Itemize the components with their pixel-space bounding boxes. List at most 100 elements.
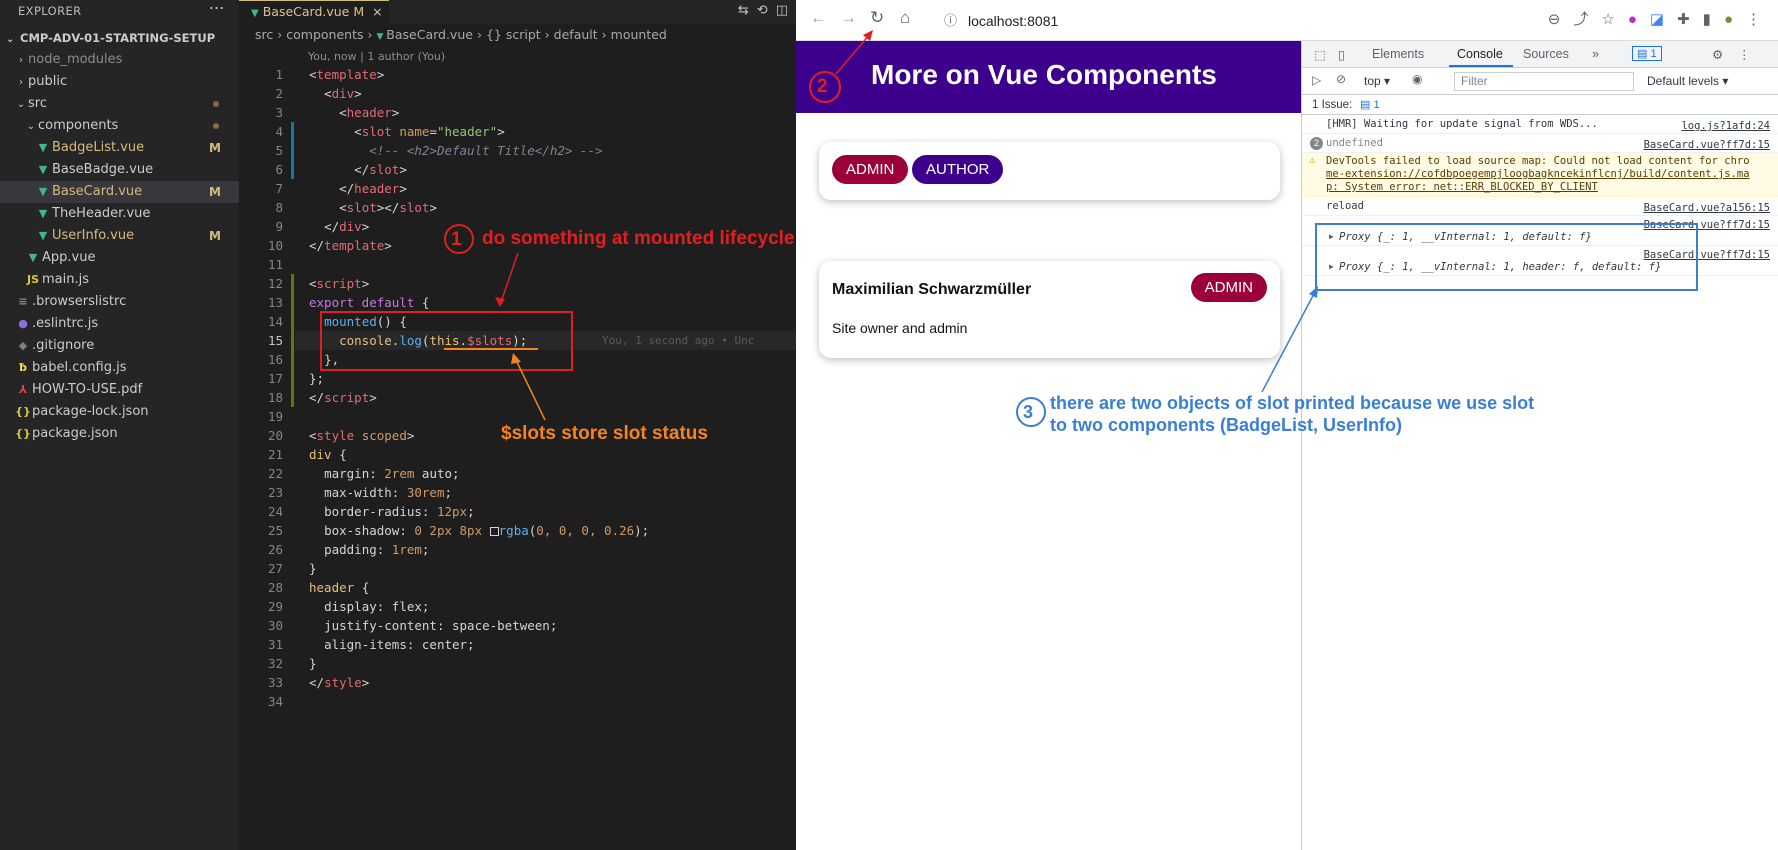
tab-sources[interactable]: Sources: [1523, 47, 1569, 61]
folder-item[interactable]: ⌄ src: [0, 93, 239, 115]
home-icon[interactable]: ⌂: [900, 8, 910, 28]
file-item[interactable]: ▼ UserInfo.vue M: [0, 225, 239, 247]
info-icon[interactable]: ⓘ: [944, 7, 957, 35]
code-line[interactable]: 31 align-items: center;: [239, 635, 796, 654]
code-line[interactable]: 7 </header>: [239, 179, 796, 198]
bookmark-star-icon[interactable]: ☆: [1601, 11, 1627, 28]
issues-bar[interactable]: 1 Issue: ▤ 1: [1302, 95, 1778, 115]
more-tabs-icon[interactable]: »: [1592, 47, 1599, 61]
log-levels-dropdown[interactable]: Default levels ▾: [1647, 74, 1728, 88]
code-line[interactable]: 6 </slot>: [239, 160, 796, 179]
project-root[interactable]: ⌄ CMP-ADV-01-STARTING-SETUP: [0, 27, 239, 49]
file-item[interactable]: ▼ BadgeList.vue M: [0, 137, 239, 159]
timeline-icon[interactable]: ⟲: [757, 3, 776, 18]
kebab-menu-icon[interactable]: ⋮: [1738, 47, 1751, 62]
avatar[interactable]: ●: [1724, 11, 1746, 28]
code-line[interactable]: 33 </style>: [239, 673, 796, 692]
device-toolbar-icon[interactable]: ▯: [1338, 47, 1345, 62]
close-icon[interactable]: ×: [372, 4, 382, 19]
puzzle-icon[interactable]: ✚: [1677, 11, 1703, 28]
code-line[interactable]: 11: [239, 255, 796, 274]
file-item[interactable]: ⅄ HOW-TO-USE.pdf: [0, 379, 239, 401]
tab-elements[interactable]: Elements: [1372, 47, 1424, 61]
zoom-icon[interactable]: ⊖: [1548, 11, 1574, 28]
code-line[interactable]: 32}: [239, 654, 796, 673]
clear-console-icon[interactable]: ⊘: [1336, 72, 1346, 86]
file-item[interactable]: {}package.json: [0, 423, 239, 445]
file-item[interactable]: ● .eslintrc.js: [0, 313, 239, 335]
console-object-entry[interactable]: ▶ Proxy {_: 1, __vInternal: 1, default: f…: [1302, 219, 1778, 246]
extension-icon[interactable]: ●: [1628, 11, 1650, 28]
file-item[interactable]: {}package-lock.json: [0, 401, 239, 423]
code-line[interactable]: 28 header {: [239, 578, 796, 597]
address-bar[interactable]: ⓘ localhost:8081: [934, 7, 1464, 35]
breadcrumb-item[interactable]: {} script: [486, 27, 541, 42]
inspect-icon[interactable]: ⬚: [1314, 47, 1326, 62]
issues-tab-badge[interactable]: ▤ 1: [1632, 46, 1662, 61]
code-line[interactable]: 18 </script>: [239, 388, 796, 407]
source-link[interactable]: BaseCard.vue?a156:15: [1644, 199, 1770, 217]
settings-gear-icon[interactable]: ⚙: [1712, 47, 1723, 62]
breadcrumb-item[interactable]: components: [286, 27, 363, 42]
code-line[interactable]: 3 <header>: [239, 103, 796, 122]
code-line[interactable]: 13 export default {: [239, 293, 796, 312]
tab-console[interactable]: Console: [1457, 47, 1503, 61]
compare-icon[interactable]: ⇆: [738, 3, 757, 18]
side-panel-icon[interactable]: ▮: [1703, 11, 1724, 28]
expand-triangle-icon[interactable]: ▶: [1329, 258, 1334, 276]
context-selector[interactable]: top ▾: [1364, 74, 1390, 88]
code-line[interactable]: 12 <script>: [239, 274, 796, 293]
breadcrumb-item[interactable]: default: [554, 27, 598, 42]
file-item[interactable]: ▼ BaseCard.vue M: [0, 181, 239, 203]
code-line[interactable]: 22 margin: 2rem auto;: [239, 464, 796, 483]
code-line[interactable]: 25 box-shadow: 0 2px 8px rgba(0, 0, 0, 0…: [239, 521, 796, 540]
source-link[interactable]: BaseCard.vue?ff7d:15: [1644, 246, 1770, 264]
code-line[interactable]: 27}: [239, 559, 796, 578]
breadcrumb-item[interactable]: src: [255, 27, 273, 42]
code-line[interactable]: 14 mounted() {: [239, 312, 796, 331]
folder-item[interactable]: › node_modules: [0, 49, 239, 71]
code-line[interactable]: 2 <div>: [239, 84, 796, 103]
breadcrumb-item[interactable]: mounted: [611, 27, 667, 42]
file-item[interactable]: ◆ .gitignore: [0, 335, 239, 357]
code-line[interactable]: 1 <template>: [239, 65, 796, 84]
tab-basecard[interactable]: ▼ BaseCard.vue M ×: [239, 0, 389, 24]
code-line[interactable]: 5 <!-- <h2>Default Title</h2> -->: [239, 141, 796, 160]
code-line[interactable]: 16 },: [239, 350, 796, 369]
source-link[interactable]: BaseCard.vue?ff7d:15: [1644, 136, 1770, 154]
forward-icon[interactable]: →: [840, 8, 857, 28]
code-line[interactable]: 8 <slot></slot>: [239, 198, 796, 217]
code-line[interactable]: 24 border-radius: 12px;: [239, 502, 796, 521]
folder-item[interactable]: › public: [0, 71, 239, 93]
share-icon[interactable]: ⤴: [1573, 11, 1601, 28]
file-item[interactable]: JS main.js: [0, 269, 239, 291]
ellipsis-icon[interactable]: ⋯: [209, 0, 225, 19]
file-item[interactable]: ▼ TheHeader.vue: [0, 203, 239, 225]
code-line[interactable]: 15 console.log(this.$slots); You, 1 secon…: [239, 331, 796, 350]
file-item[interactable]: ▼ BaseBadge.vue: [0, 159, 239, 181]
console-object-entry[interactable]: ▶ Proxy {_: 1, __vInternal: 1, header: f,…: [1302, 249, 1778, 276]
translate-icon[interactable]: ◪: [1650, 11, 1677, 28]
code-line[interactable]: 21 div {: [239, 445, 796, 464]
code-line[interactable]: 30 justify-content: space-between;: [239, 616, 796, 635]
eye-icon[interactable]: ◉: [1412, 72, 1422, 86]
kebab-menu-icon[interactable]: ⋮: [1746, 11, 1774, 28]
code-line[interactable]: 17};: [239, 369, 796, 388]
split-editor-icon[interactable]: ◫: [776, 3, 796, 18]
source-link[interactable]: log.js?1afd:24: [1681, 117, 1770, 135]
source-link[interactable]: BaseCard.vue?ff7d:15: [1644, 216, 1770, 234]
code-line[interactable]: 4 <slot name="header">: [239, 122, 796, 141]
code-lines[interactable]: 1 <template> 2 <div> 3 <header> 4 <slot name…: [239, 65, 796, 711]
code-line[interactable]: 23 max-width: 30rem;: [239, 483, 796, 502]
issues-count-badge[interactable]: ▤ 1: [1360, 98, 1380, 111]
file-item[interactable]: ≡ .browserslistrc: [0, 291, 239, 313]
code-line[interactable]: 29 display: flex;: [239, 597, 796, 616]
code-line[interactable]: 34: [239, 692, 796, 711]
expand-triangle-icon[interactable]: ▶: [1329, 228, 1334, 246]
code-line[interactable]: 26 padding: 1rem;: [239, 540, 796, 559]
filter-input[interactable]: Filter: [1454, 72, 1634, 91]
folder-item[interactable]: ⌄ components: [0, 115, 239, 137]
sidebar-toggle-icon[interactable]: ▷: [1312, 73, 1321, 87]
back-icon[interactable]: ←: [810, 8, 827, 28]
breadcrumb-item[interactable]: BaseCard.vue: [386, 27, 473, 42]
